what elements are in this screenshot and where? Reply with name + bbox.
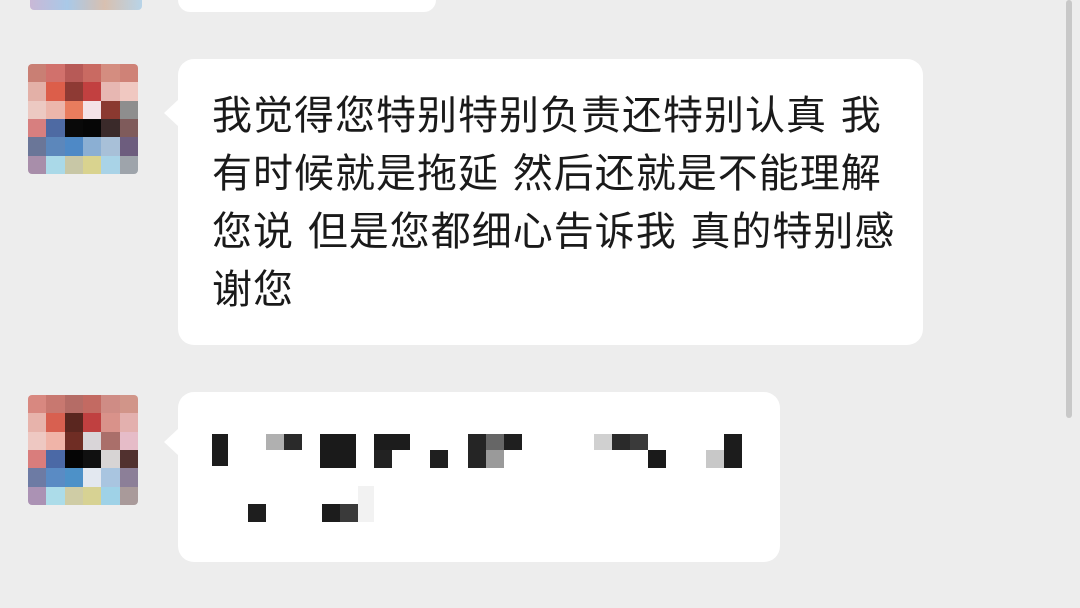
previous-message-bubble[interactable]: [178, 0, 436, 12]
avatar[interactable]: [28, 64, 138, 174]
redaction-block: [374, 450, 392, 468]
redacted-message-content: [178, 392, 780, 562]
redaction-block: [266, 434, 284, 450]
redaction-block: [630, 434, 648, 450]
redaction-block: [248, 504, 266, 522]
redaction-block: [486, 450, 504, 468]
scrollbar[interactable]: [1066, 0, 1072, 418]
redaction-block: [706, 450, 724, 468]
redaction-block: [320, 434, 356, 468]
avatar[interactable]: [28, 395, 138, 505]
redaction-block: [486, 434, 504, 450]
redaction-block: [724, 434, 742, 468]
redaction-block: [284, 434, 302, 450]
redaction-block: [594, 434, 612, 450]
redaction-block: [358, 486, 374, 522]
redaction-block: [504, 434, 522, 450]
redaction-block: [374, 434, 410, 450]
message-bubble[interactable]: 我觉得您特别特别负责还特别认真 我有时候就是拖延 然后还就是不能理解您说 但是您…: [164, 59, 923, 345]
message-text: 我觉得您特别特别负责还特别认真 我有时候就是拖延 然后还就是不能理解您说 但是您…: [212, 93, 896, 313]
bubble-tail: [164, 428, 179, 456]
redaction-block: [430, 450, 448, 468]
message-bubble[interactable]: [164, 392, 780, 562]
previous-avatar[interactable]: [30, 0, 142, 10]
redaction-block: [648, 450, 666, 468]
redaction-block: [612, 434, 630, 450]
redaction-block: [212, 434, 228, 466]
chat-window: 我觉得您特别特别负责还特别认真 我有时候就是拖延 然后还就是不能理解您说 但是您…: [0, 0, 1080, 608]
redaction-block: [340, 504, 358, 522]
bubble-tail: [164, 99, 179, 127]
redaction-block: [322, 504, 340, 522]
redaction-block: [468, 434, 486, 468]
